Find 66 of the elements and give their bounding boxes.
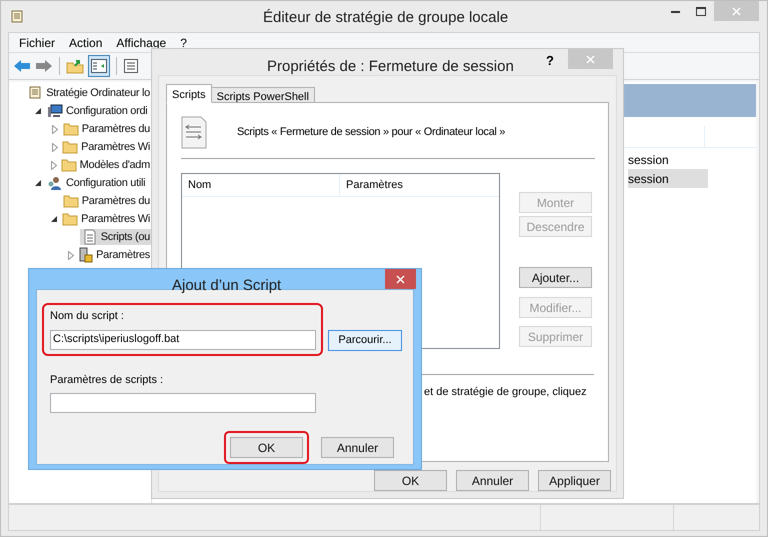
tab[interactable]: Scripts PowerShell — [212, 87, 315, 103]
expanded-triangle-icon[interactable] — [34, 180, 42, 186]
menu-item[interactable]: ? — [180, 34, 187, 52]
field-label: Paramètres de scripts : — [50, 372, 164, 388]
tree-item[interactable]: Configuration ordi — [66, 102, 148, 120]
folder-icon — [62, 211, 78, 227]
close-icon — [396, 274, 405, 284]
folder-icon — [60, 157, 77, 173]
server-lock-icon — [77, 247, 94, 263]
close-icon — [586, 54, 595, 64]
dialog-button[interactable]: Annuler — [321, 437, 394, 458]
menu-item[interactable]: Fichier — [19, 34, 56, 52]
collapsed-triangle-icon[interactable] — [50, 160, 57, 170]
tree-item[interactable]: Paramètres — [96, 246, 150, 264]
folder-up-icon[interactable] — [66, 58, 84, 74]
forward-arrow-icon[interactable] — [35, 58, 53, 74]
tree-item[interactable]: Modèles d'adm — [80, 156, 150, 174]
dialog-button[interactable]: Annuler — [456, 470, 529, 491]
close-button[interactable] — [385, 269, 416, 289]
user-icon — [47, 175, 63, 191]
input-field[interactable] — [50, 393, 316, 413]
tree-item[interactable]: Paramètres du — [82, 120, 150, 138]
field-label: Nom du script : — [50, 309, 125, 324]
dialog-button[interactable]: Ajouter... — [519, 267, 592, 288]
dialog-button[interactable]: Appliquer — [538, 470, 611, 491]
folder-icon — [62, 193, 79, 209]
collapsed-triangle-icon[interactable] — [68, 250, 74, 260]
scripts-heading: Scripts « Fermeture de session » pour « Ordinateur local » — [237, 124, 506, 140]
properties-icon[interactable] — [123, 58, 139, 74]
menu-item[interactable]: Affichage — [116, 34, 166, 52]
note-text: et de stratégie de groupe, cliquez — [423, 385, 588, 400]
menu-item[interactable]: Action — [69, 34, 102, 52]
folder-icon — [62, 139, 78, 155]
dialog-title: Propriétés de : Fermeture de session — [267, 57, 514, 77]
tree-item[interactable]: Stratégie Ordinateur lo — [46, 84, 150, 102]
tree-item[interactable]: Paramètres du — [82, 192, 150, 210]
script-icon — [82, 229, 98, 245]
computer-icon — [47, 103, 63, 119]
toolbar-button[interactable] — [88, 55, 110, 77]
column-header[interactable]: Paramètres — [340, 174, 403, 196]
dialog-title: Ajout d’un Script — [172, 276, 282, 296]
tree-item[interactable]: Paramètres Wi — [81, 210, 150, 228]
folder-icon — [62, 121, 79, 137]
browse-button[interactable]: Parcourir... — [328, 330, 402, 350]
collapsed-triangle-icon[interactable] — [52, 142, 58, 152]
tree-pane-icon — [91, 59, 107, 73]
tree-item[interactable]: Configuration utili — [66, 174, 146, 192]
script-icon — [181, 116, 207, 148]
tree-item[interactable]: Paramètres Wi — [81, 138, 150, 156]
expanded-triangle-icon[interactable] — [34, 108, 42, 114]
minimize-icon — [670, 10, 680, 12]
window-title: Éditeur de stratégie de groupe locale — [263, 8, 508, 28]
dialog-button[interactable]: OK — [230, 437, 303, 458]
back-arrow-icon[interactable] — [13, 58, 31, 74]
input-field[interactable]: C:\scripts\iperiuslogoff.bat — [50, 330, 316, 350]
collapsed-triangle-icon[interactable] — [52, 124, 58, 134]
dialog-button[interactable]: OK — [374, 470, 447, 491]
scroll-icon — [27, 85, 44, 101]
maximize-icon — [696, 7, 706, 16]
scroll-icon — [9, 8, 25, 24]
list-item[interactable]: session — [628, 169, 708, 188]
help-button[interactable]: ? — [546, 51, 554, 70]
close-icon — [732, 6, 741, 16]
column-header[interactable]: Nom — [182, 174, 340, 196]
expanded-triangle-icon[interactable] — [51, 216, 58, 222]
tab[interactable]: Scripts — [166, 84, 212, 103]
